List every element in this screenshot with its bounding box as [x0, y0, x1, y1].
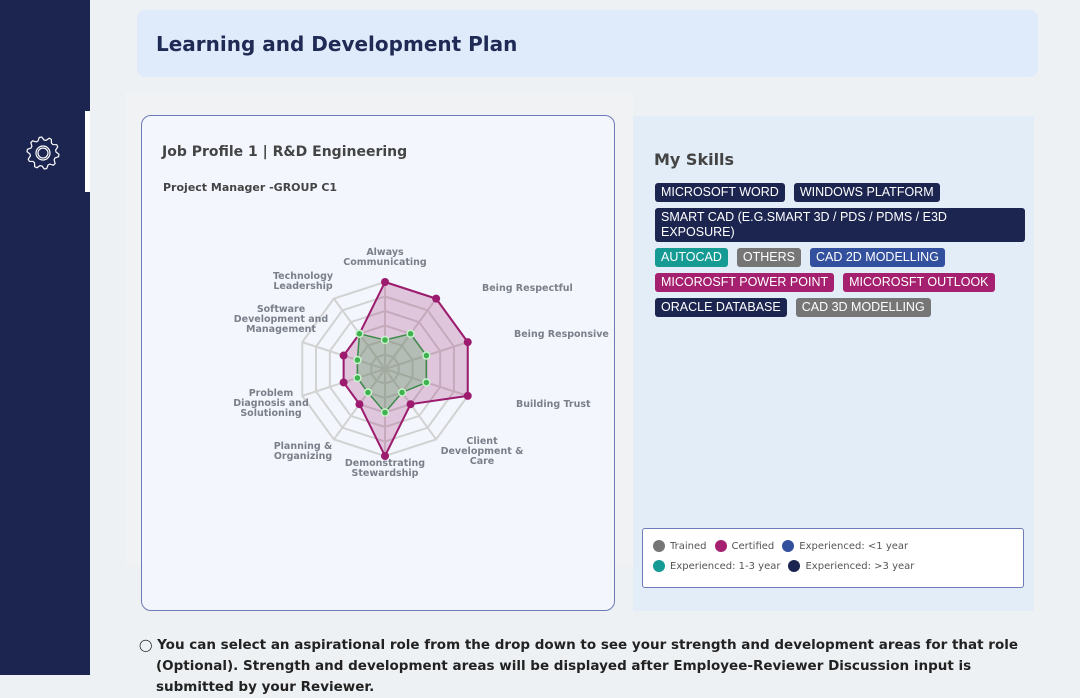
legend-label: Experienced: >3 year: [805, 560, 915, 572]
legend-label: Trained: [670, 540, 707, 552]
skills-legend: Trained Certified Experienced: <1 year Expe…: [642, 528, 1024, 588]
axis-label: Being Responsive: [514, 329, 609, 340]
skill-tag: SMART CAD (E.G.SMART 3D / PDS / PDMS / E…: [655, 208, 1025, 242]
skill-tag: ORACLE DATABASE: [655, 298, 787, 317]
series-1-point: [381, 278, 389, 286]
skill-tag: MICROSOFT WORD: [655, 183, 785, 202]
axis-label: Planning & Organizing: [274, 441, 333, 462]
job-profile-card: Job Profile 1 | R&D Engineering Project …: [141, 115, 615, 611]
page-title: Learning and Development Plan: [156, 32, 518, 56]
legend-item: Experienced: 1-3 year: [653, 558, 780, 574]
skill-tag: CAD 2D MODELLING: [809, 248, 945, 267]
axis-label: Being Respectful: [482, 283, 573, 294]
legend-item: Experienced: <1 year: [782, 538, 908, 554]
legend-item: Certified: [714, 538, 775, 554]
skill-tag: MICOROSFT OUTLOOK: [843, 273, 995, 292]
legend-dot: [714, 540, 727, 552]
legend-label: Experienced: 1-3 year: [670, 560, 781, 572]
series-2-point: [380, 335, 390, 345]
axis-label: Building Trust: [516, 399, 591, 410]
sidebar: [0, 0, 90, 675]
info-note-text: You can select an aspirational role from…: [156, 637, 1019, 695]
gear-icon[interactable]: [26, 136, 60, 170]
skill-tag: OTHERS: [736, 248, 801, 267]
series-2-point: [397, 388, 407, 397]
axis-label: Client Development & Care: [441, 436, 524, 467]
legend-item: Trained: [653, 538, 707, 554]
page-header: Learning and Development Plan: [137, 10, 1038, 77]
series-1-point: [339, 351, 348, 360]
series-1-point: [463, 338, 472, 347]
skill-tag: CAD 3D MODELLING: [795, 298, 931, 317]
series-2-point: [353, 355, 362, 365]
series-2-point: [355, 329, 364, 339]
series-2-point: [422, 351, 431, 360]
legend-label: Certified: [731, 540, 775, 552]
series-1-point: [432, 294, 441, 303]
axis-label: Problem Diagnosis and Solutioning: [233, 388, 309, 419]
series-2-point: [363, 388, 373, 397]
series-2-point: [353, 373, 362, 383]
series-2-point: [406, 329, 415, 339]
skill-tag: AUTOCAD: [655, 248, 728, 267]
info-note: ◯ You can select an aspirational role fr…: [139, 635, 1049, 698]
skill-tags: MICROSOFT WORD WINDOWS PLATFORM SMART CAD …: [655, 183, 1025, 317]
lightbulb-icon: ◯: [139, 638, 153, 652]
axis-label: Technology Leadership: [273, 271, 334, 292]
axis-label: Always Communicating: [343, 247, 426, 268]
legend-dot: [653, 540, 665, 552]
series-1-point: [406, 400, 415, 409]
skill-tag: WINDOWS PLATFORM: [793, 183, 940, 202]
series-2-point: [380, 408, 390, 417]
series-1-point: [339, 378, 348, 387]
skill-tag: MICOROSFT POWER POINT: [655, 273, 835, 292]
series-1-point: [463, 391, 472, 400]
series-1-point: [355, 400, 364, 409]
active-indicator: [85, 111, 90, 192]
legend-item: Experienced: >3 year: [788, 558, 914, 574]
axis-label: Software Development and Management: [234, 304, 328, 335]
legend-dot: [782, 540, 795, 552]
series-2-point: [422, 378, 431, 387]
radar-chart: Always Communicating Being Respectful Being…: [233, 247, 609, 479]
axis-label: Demonstrating Stewardship: [345, 458, 425, 479]
legend-dot: [788, 560, 801, 572]
legend-label: Experienced: <1 year: [799, 540, 909, 552]
my-skills-panel: My Skills MICROSOFT WORD WINDOWS PLATFORM…: [633, 116, 1034, 611]
skills-title: My Skills: [654, 150, 735, 169]
legend-dot: [653, 560, 665, 572]
